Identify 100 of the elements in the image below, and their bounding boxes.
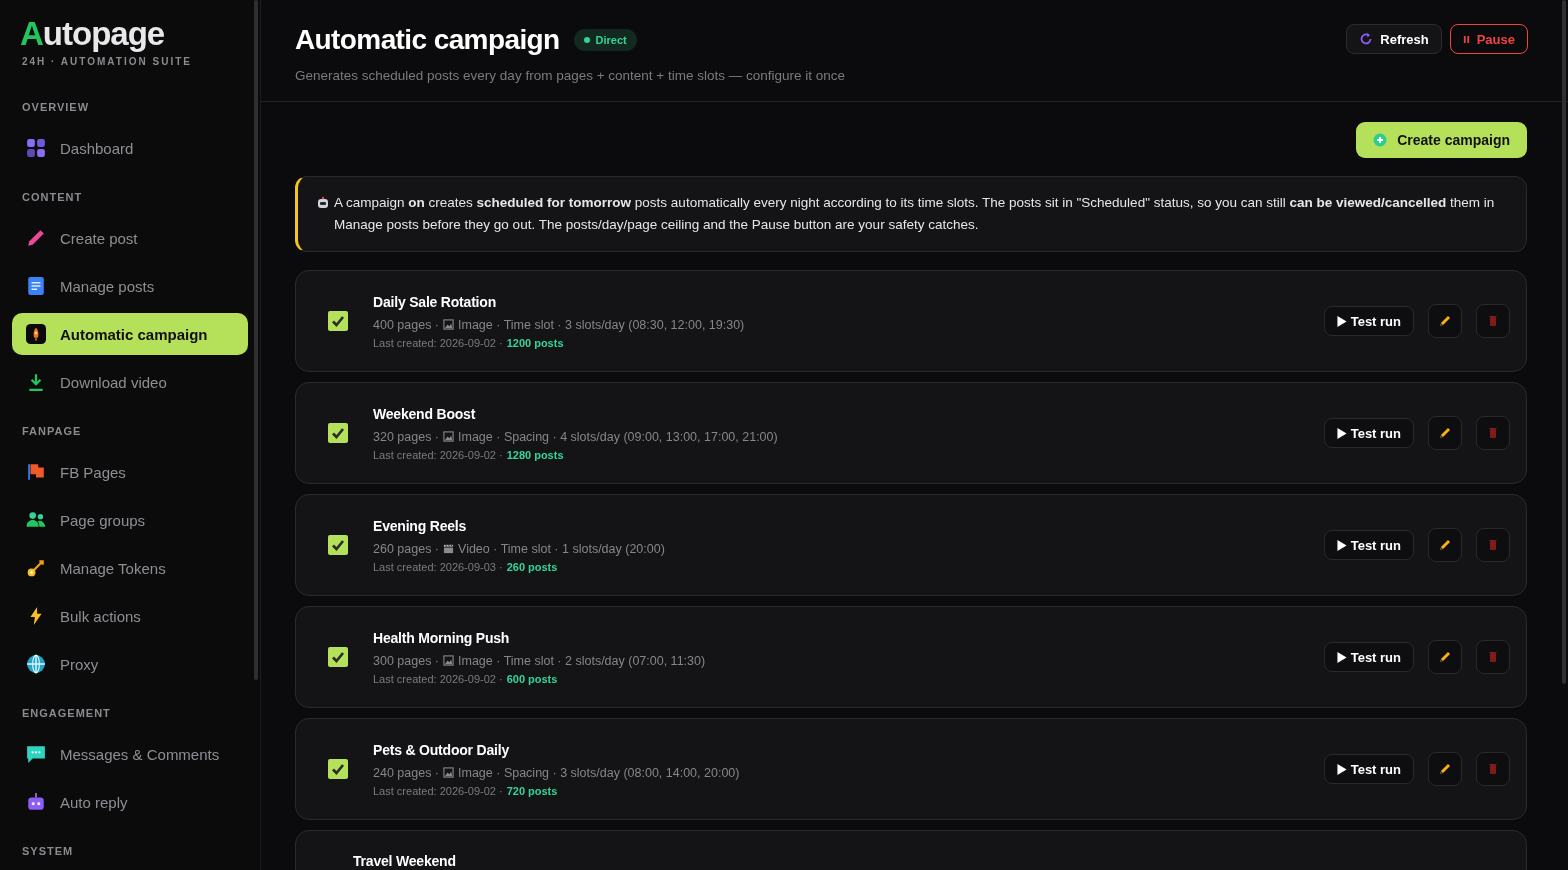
refresh-button[interactable]: Refresh [1346, 24, 1442, 54]
section-heading: CONTENT [21, 191, 84, 204]
plus-icon [1373, 133, 1388, 147]
page-count: 260 pages · [373, 541, 440, 556]
campaign-name: Evening Reels [373, 517, 468, 534]
post-count: 1280 posts [506, 448, 564, 461]
play-icon [1336, 763, 1347, 775]
checkbox[interactable] [328, 423, 348, 443]
edit-button[interactable] [1428, 528, 1462, 562]
status-badge: Direct [573, 29, 637, 51]
edit-button[interactable] [1428, 304, 1462, 338]
grid-icon [26, 138, 46, 159]
section-heading: OVERVIEW [21, 101, 91, 114]
rocket-icon [26, 324, 46, 345]
nav-item[interactable]: Manage posts [12, 265, 248, 308]
last-created: Last created: 2026-09-02 · [373, 336, 503, 349]
play-icon [1336, 539, 1347, 551]
campaign-name: Weekend Boost [373, 405, 477, 422]
image-icon [443, 319, 455, 330]
nav-item[interactable]: Create post [12, 217, 248, 260]
post-count: 260 posts [506, 560, 558, 573]
campaign-meta: Image · Spacing · 4 slots/day (09:00, 13:00, 17:00, 21:00) [458, 429, 778, 444]
section-heading: FANPAGE [21, 425, 83, 438]
test-run-button[interactable]: Test run [1323, 306, 1414, 336]
checkbox[interactable] [328, 535, 348, 555]
campaign-name: Health Morning Push [373, 629, 511, 646]
pencil-icon [1438, 426, 1452, 440]
robot-icon [26, 792, 46, 813]
post-count: 720 posts [506, 784, 558, 797]
play-icon [1336, 427, 1347, 439]
key-icon [26, 558, 46, 579]
last-created: Last created: 2026-09-02 · [373, 784, 503, 797]
page-count: 300 pages · [373, 653, 440, 668]
post-count: 600 posts [506, 672, 558, 685]
pause-icon [1462, 34, 1470, 44]
campaign-meta: Image · Time slot · 2 slots/day (07:00, 11:30) [458, 653, 706, 668]
page-count: 320 pages · [373, 429, 440, 444]
image-icon [443, 767, 455, 778]
tagline: 24H · AUTOMATION SUITE [21, 56, 193, 68]
delete-button[interactable] [1476, 304, 1510, 338]
delete-button[interactable] [1476, 416, 1510, 450]
campaign-name: Travel Weekend [353, 853, 457, 869]
campaign-meta: Image · Spacing · 3 slots/day (08:00, 14:00, 20:00) [458, 765, 740, 780]
nav-item[interactable]: Page groups [12, 499, 248, 542]
campaign-name: Pets & Outdoor Daily [373, 741, 511, 758]
nav-item[interactable]: Automatic campaign [12, 313, 248, 356]
test-run-button[interactable]: Test run [1323, 418, 1414, 448]
test-run-button[interactable]: Test run [1323, 530, 1414, 560]
image-icon [443, 431, 455, 442]
nav-item[interactable]: Manage Tokens [12, 547, 248, 590]
logo: Autopage [20, 16, 166, 53]
robot-icon [316, 196, 330, 210]
delete-button[interactable] [1476, 528, 1510, 562]
notice-text: A campaign on creates scheduled for tomorrow posts automatically every night according to its time slots. The posts sit in "Scheduled" status, so you can still can be viewed/cancelled them in Manage posts before they go out. The posts/day/page ceiling and the Pause button are your safety catches. [334, 194, 1496, 234]
image-icon [443, 655, 455, 666]
play-icon [1336, 651, 1347, 663]
delete-button[interactable] [1476, 752, 1510, 786]
nav-item[interactable]: FB Pages [12, 451, 248, 494]
checkbox[interactable] [328, 311, 348, 331]
scrollbar[interactable] [254, 0, 258, 680]
delete-button[interactable] [1476, 640, 1510, 674]
post-count: 1200 posts [506, 336, 564, 349]
refresh-icon [1359, 32, 1374, 46]
scrollbar[interactable] [1562, 0, 1566, 684]
test-run-button[interactable]: Test run [1323, 754, 1414, 784]
nav-item[interactable]: Auto reply [12, 781, 248, 824]
pencil-icon [26, 228, 46, 249]
document-icon [26, 276, 46, 297]
download-icon [26, 372, 46, 393]
nav-item[interactable]: Download video [12, 361, 248, 404]
section-heading: ENGAGEMENT [21, 707, 112, 720]
nav-item[interactable]: Dashboard [12, 127, 248, 170]
chat-icon [26, 744, 46, 765]
flag-icon [26, 462, 46, 483]
edit-button[interactable] [1428, 416, 1462, 450]
create-campaign-button[interactable]: Create campaign [1356, 122, 1527, 158]
pencil-icon [1438, 314, 1452, 328]
edit-button[interactable] [1428, 640, 1462, 674]
globe-icon [26, 654, 46, 675]
pencil-icon [1438, 650, 1452, 664]
nav-item[interactable]: Messages & Comments [12, 733, 248, 776]
campaign-name: Daily Sale Rotation [373, 293, 497, 310]
pencil-icon [1438, 762, 1452, 776]
nav-item[interactable]: Proxy [12, 643, 248, 686]
last-created: Last created: 2026-09-02 · [373, 672, 503, 685]
edit-button[interactable] [1428, 752, 1462, 786]
campaign-meta: Video · Time slot · 1 slots/day (20:00) [458, 541, 665, 556]
play-icon [1336, 315, 1347, 327]
test-run-button[interactable]: Test run [1323, 642, 1414, 672]
page-count: 400 pages · [373, 317, 440, 332]
page-title: Automatic campaign [295, 24, 560, 56]
section-heading: SYSTEM [21, 845, 75, 858]
checkbox[interactable] [328, 647, 348, 667]
last-created: Last created: 2026-09-03 · [373, 560, 503, 573]
page-subtitle: Generates scheduled posts every day from pages + content + time slots — configure it once [295, 68, 846, 83]
page-count: 240 pages · [373, 765, 440, 780]
pause-button[interactable]: Pause [1449, 24, 1528, 54]
nav-item[interactable]: Bulk actions [12, 595, 248, 638]
checkbox[interactable] [328, 759, 348, 779]
pencil-icon [1438, 538, 1452, 552]
